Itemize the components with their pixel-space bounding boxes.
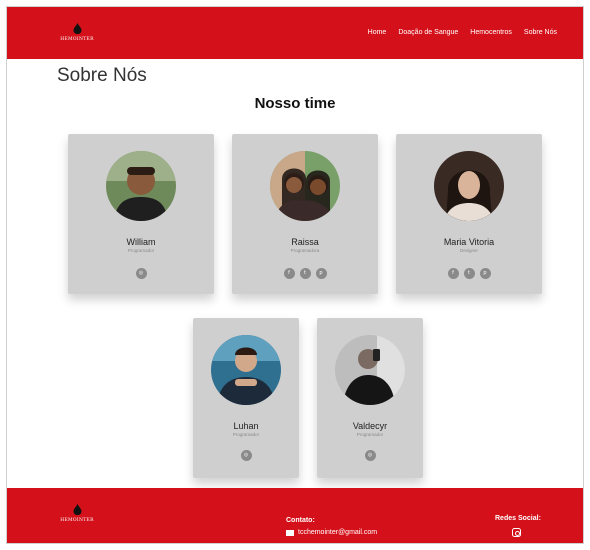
member-name: William	[126, 237, 156, 247]
team-card-valdecyr: Valdecyr Programador ◎	[317, 318, 423, 478]
team-card-raissa: Raissa Programadora f t p	[232, 134, 378, 294]
team-card-william: William Programador ◎	[68, 134, 214, 294]
social-links: f t p	[232, 268, 378, 279]
main-nav: Home Doação de Sangue Hemocentros Sobre …	[368, 29, 557, 36]
page-frame: HEMOINTER Home Doação de Sangue Hemocent…	[6, 6, 584, 544]
member-role: Programador	[232, 432, 260, 437]
email-text: tcchemointer@gmail.com	[298, 529, 378, 536]
pinterest-icon[interactable]: p	[315, 268, 327, 279]
member-name: Raissa	[291, 237, 319, 247]
avatar	[211, 335, 281, 405]
facebook-icon[interactable]: f	[447, 268, 459, 279]
instagram-icon[interactable]	[512, 528, 521, 537]
social-links: f t p	[396, 268, 542, 279]
twitter-icon[interactable]: t	[299, 268, 311, 279]
facebook-icon[interactable]: f	[283, 268, 295, 279]
contact-label: Contato:	[286, 517, 315, 524]
nav-doacao-de-sangue[interactable]: Doação de Sangue	[398, 29, 458, 36]
nav-home[interactable]: Home	[368, 29, 387, 36]
member-name: Maria Vitoria	[443, 237, 495, 247]
instagram-icon[interactable]: ◎	[240, 450, 252, 461]
site-header: HEMOINTER Home Doação de Sangue Hemocent…	[7, 7, 583, 59]
member-role: Designer	[459, 248, 478, 253]
blood-drop-icon	[73, 504, 82, 515]
social-links: ◎	[317, 450, 423, 461]
instagram-icon[interactable]: ◎	[135, 268, 147, 279]
page-title: Sobre Nós	[57, 65, 147, 86]
blood-drop-icon	[73, 23, 82, 34]
logo-text: HEMOINTER	[60, 518, 94, 523]
contact-email[interactable]: tcchemointer@gmail.com	[286, 529, 377, 536]
avatar	[335, 335, 405, 405]
pinterest-icon[interactable]: p	[479, 268, 491, 279]
footer-logo[interactable]: HEMOINTER	[57, 504, 97, 530]
avatar	[434, 151, 504, 221]
social-links: ◎	[193, 450, 299, 461]
nav-sobre-nos[interactable]: Sobre Nós	[524, 29, 557, 36]
member-role: Programador	[356, 432, 384, 437]
member-role: Programador	[127, 248, 155, 253]
site-footer: HEMOINTER Contato: tcchemointer@gmail.co…	[7, 488, 583, 543]
social-links: ◎	[68, 268, 214, 279]
section-title: Nosso time	[254, 95, 336, 112]
avatar	[106, 151, 176, 221]
member-name: Luhan	[233, 421, 259, 431]
twitter-icon[interactable]: t	[463, 268, 475, 279]
team-card-luhan: Luhan Programador ◎	[193, 318, 299, 478]
logo-text: HEMOINTER	[60, 37, 94, 42]
member-role: Programadora	[290, 248, 320, 253]
mail-icon	[286, 529, 294, 536]
social-label: Redes Social:	[495, 515, 541, 522]
site-logo[interactable]: HEMOINTER	[57, 23, 97, 49]
member-name: Valdecyr	[352, 421, 388, 431]
instagram-icon[interactable]: ◎	[364, 450, 376, 461]
nav-hemocentros[interactable]: Hemocentros	[470, 29, 512, 36]
team-card-maria-vitoria: Maria Vitoria Designer f t p	[396, 134, 542, 294]
avatar	[270, 151, 340, 221]
